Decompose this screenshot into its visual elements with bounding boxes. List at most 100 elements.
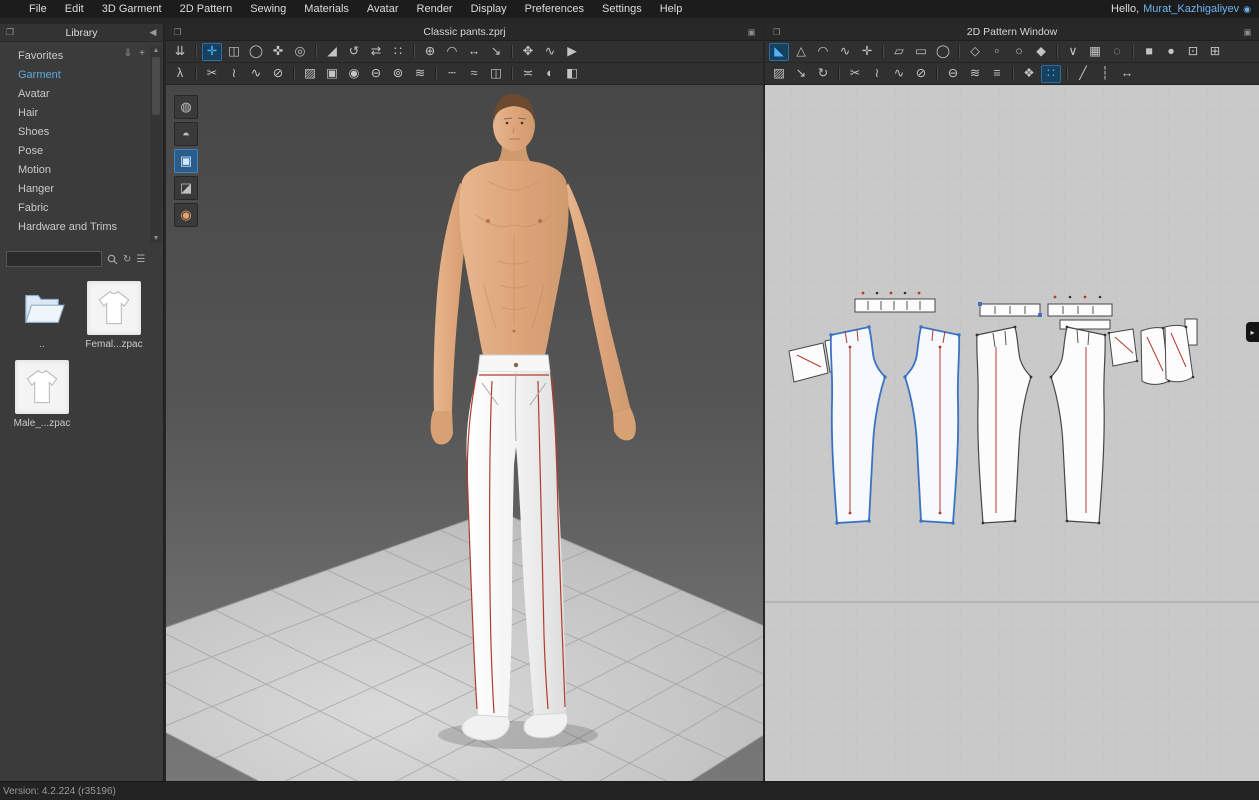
toolbar-icon[interactable]: ❖	[1019, 65, 1039, 83]
toolbar-icon[interactable]	[511, 67, 513, 80]
toolbar-icon[interactable]: ▫	[987, 43, 1007, 61]
toolbar-icon[interactable]: ▨	[769, 65, 789, 83]
toolbar-icon[interactable]: ◯	[246, 43, 266, 61]
toolbar-icon[interactable]: ▣	[322, 65, 342, 83]
toolbar-icon[interactable]: ✛	[202, 42, 222, 61]
toolbar-icon[interactable]	[958, 45, 960, 58]
viewport-dock-icon[interactable]: ▣	[745, 27, 758, 38]
toolbar-icon[interactable]: ◢	[322, 43, 342, 61]
viewport-float-icon[interactable]: ❐	[770, 27, 783, 38]
toolbar-icon[interactable]: ∿	[540, 43, 560, 61]
menu-item[interactable]: Edit	[56, 0, 93, 18]
menu-item[interactable]: Materials	[295, 0, 358, 18]
library-category-item[interactable]: Pose	[0, 142, 163, 161]
toolbar-icon[interactable]: ◣	[769, 42, 789, 61]
search-icon[interactable]	[107, 254, 118, 265]
toolbar-icon[interactable]: ✛	[857, 43, 877, 61]
toolbar-icon[interactable]: ∿	[889, 65, 909, 83]
toolbar-icon[interactable]: ↘	[791, 65, 811, 83]
scene-3d-canvas[interactable]: ◍ ◓ ▣ ◪ ◉	[166, 85, 763, 782]
toolbar-icon[interactable]	[511, 45, 513, 58]
toolbar-icon[interactable]	[936, 67, 938, 80]
library-category-item[interactable]: Hanger	[0, 180, 163, 199]
toolbar-icon[interactable]: ✂	[845, 65, 865, 83]
avatar-display-button[interactable]: ◓	[174, 122, 198, 146]
toolbar-icon[interactable]: ≋	[965, 65, 985, 83]
toolbar-icon[interactable]: ◆	[1031, 43, 1051, 61]
library-file-item[interactable]: Male_...zpac	[6, 360, 78, 429]
toolbar-icon[interactable]: ✂	[202, 65, 222, 83]
menu-item[interactable]: Avatar	[358, 0, 408, 18]
library-category-item[interactable]: Shoes	[0, 123, 163, 142]
toolbar-icon[interactable]: λ	[170, 65, 190, 83]
viewport-float-icon[interactable]: ❐	[171, 27, 184, 38]
toolbar-icon[interactable]: ↔	[464, 43, 484, 61]
toolbar-icon[interactable]: ┆	[1095, 65, 1115, 83]
file-thumbnail[interactable]	[15, 281, 69, 335]
library-category-item[interactable]: Hardware and Trims	[0, 218, 163, 237]
library-category-item[interactable]: Avatar	[0, 85, 163, 104]
avatar-display-button[interactable]: ▣	[174, 149, 198, 173]
toolbar-icon[interactable]: ≍	[518, 65, 538, 83]
library-category-item[interactable]: Hair	[0, 104, 163, 123]
toolbar-icon[interactable]: ↺	[344, 43, 364, 61]
toolbar-icon[interactable]: ╱	[1073, 65, 1093, 83]
menu-item[interactable]: Help	[651, 0, 692, 18]
toolbar-icon[interactable]: ⊘	[268, 65, 288, 83]
toolbar-icon[interactable]: ▶	[562, 43, 582, 61]
toolbar-icon[interactable]: ◠	[442, 43, 462, 61]
toolbar-icon[interactable]: ≀	[867, 65, 887, 83]
toolbar-icon[interactable]: ⊕	[420, 43, 440, 61]
library-import-icon[interactable]: ⇩	[124, 48, 132, 59]
toolbar-icon[interactable]: ≋	[410, 65, 430, 83]
toolbar-icon[interactable]: ▭	[911, 43, 931, 61]
toolbar-icon[interactable]: ◧	[562, 65, 582, 83]
library-search-input[interactable]	[6, 251, 102, 267]
toolbar-icon[interactable]	[882, 45, 884, 58]
toolbar-icon[interactable]: ■	[1139, 43, 1159, 61]
toolbar-icon[interactable]: ∷	[388, 43, 408, 61]
toolbar-icon[interactable]	[315, 45, 317, 58]
toolbar-icon[interactable]: ⊘	[911, 65, 931, 83]
library-scrollbar[interactable]: ▲ ▼	[150, 46, 162, 243]
toolbar-icon[interactable]: ◯	[933, 43, 953, 61]
toolbar-icon[interactable]: ◎	[290, 43, 310, 61]
toolbar-icon[interactable]: ▦	[1085, 43, 1105, 61]
toolbar-icon[interactable]: ▱	[889, 43, 909, 61]
toolbar-icon[interactable]: ✥	[518, 43, 538, 61]
toolbar-icon[interactable]: ↔	[1117, 65, 1137, 83]
toolbar-icon[interactable]	[195, 67, 197, 80]
library-add-icon[interactable]: +	[139, 48, 145, 59]
toolbar-icon[interactable]: ≈	[464, 65, 484, 83]
toolbar-icon[interactable]: ◇	[965, 43, 985, 61]
toolbar-icon[interactable]: ◉	[344, 65, 364, 83]
toolbar-icon[interactable]: ⇄	[366, 43, 386, 61]
toolbar-icon[interactable]: ∷	[1041, 64, 1061, 83]
toolbar-icon[interactable]	[195, 45, 197, 58]
toolbar-icon[interactable]: ▨	[300, 65, 320, 83]
toolbar-icon[interactable]: ◌	[1107, 43, 1127, 61]
toolbar-icon[interactable]: ⇊	[170, 43, 190, 61]
toolbar-icon[interactable]: ┄	[442, 65, 462, 83]
toolbar-icon[interactable]: ○	[1009, 43, 1029, 61]
menu-item[interactable]: File	[20, 0, 56, 18]
toolbar-icon[interactable]: ◫	[486, 65, 506, 83]
toolbar-icon[interactable]: ⊞	[1205, 43, 1225, 61]
toolbar-icon[interactable]: ↘	[486, 43, 506, 61]
toolbar-icon[interactable]: ∨	[1063, 43, 1083, 61]
toolbar-icon[interactable]: ◫	[224, 43, 244, 61]
toolbar-icon[interactable]: ✜	[268, 43, 288, 61]
menu-item[interactable]: Sewing	[241, 0, 295, 18]
library-pin-icon[interactable]: ◀	[147, 27, 159, 38]
toolbar-icon[interactable]	[1012, 67, 1014, 80]
avatar-display-button[interactable]: ◪	[174, 176, 198, 200]
library-float-icon[interactable]: ❐	[4, 27, 16, 38]
library-file-item[interactable]: ..	[6, 281, 78, 350]
toolbar-icon[interactable]: ≡	[987, 65, 1007, 83]
menu-item[interactable]: Render	[408, 0, 462, 18]
toolbar-icon[interactable]: ⊚	[388, 65, 408, 83]
menu-item[interactable]: Display	[462, 0, 516, 18]
right-panel-expander[interactable]: ▸	[1246, 322, 1259, 342]
library-file-item[interactable]: Femal...zpac	[78, 281, 150, 350]
scroll-up-icon[interactable]: ▲	[153, 47, 160, 54]
